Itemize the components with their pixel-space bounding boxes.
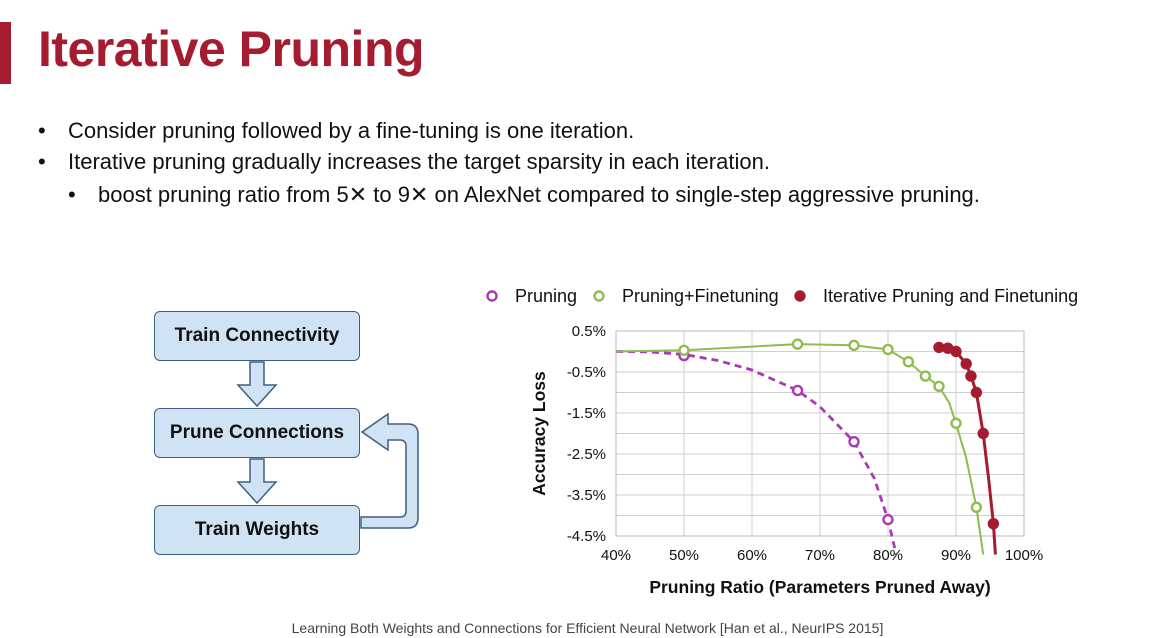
legend-label: Pruning bbox=[515, 286, 577, 306]
data-point bbox=[970, 501, 983, 514]
x-axis-label: Pruning Ratio (Parameters Pruned Away) bbox=[649, 577, 990, 597]
accuracy-loss-chart: 0.5% -0.5% -1.5% -2.5% -3.5% -4.5% 40% 50% 60% 70… bbox=[486, 286, 1078, 597]
data-point bbox=[933, 380, 945, 393]
loop-back-arrow bbox=[360, 412, 419, 529]
data-point bbox=[950, 417, 962, 429]
train-connectivity-box: Train Connectivity bbox=[154, 311, 360, 361]
train-weights-box: Train Weights bbox=[154, 505, 360, 555]
data-point bbox=[791, 384, 804, 397]
prune-connections-box: Prune Connections bbox=[154, 408, 360, 458]
data-point bbox=[970, 386, 983, 399]
data-point bbox=[960, 358, 972, 370]
y-tick-label: -1.5% bbox=[567, 405, 606, 422]
down-arrow-2 bbox=[236, 458, 278, 505]
y-axis-label: Accuracy Loss bbox=[529, 371, 549, 496]
y-tick-label: -3.5% bbox=[567, 487, 606, 504]
data-point bbox=[919, 370, 932, 382]
x-tick-label: 80% bbox=[873, 547, 903, 564]
x-tick-label: 40% bbox=[601, 547, 631, 564]
y-tick-label: -4.5% bbox=[567, 528, 606, 545]
data-point bbox=[791, 338, 804, 350]
x-tick-label: 100% bbox=[1005, 547, 1043, 564]
x-tick-label: 90% bbox=[941, 547, 971, 564]
legend-marker bbox=[486, 290, 498, 302]
citation: Learning Both Weights and Connections fo… bbox=[291, 620, 884, 636]
legend-marker bbox=[794, 290, 806, 302]
x-tick-label: 50% bbox=[669, 547, 699, 564]
data-point bbox=[977, 427, 989, 440]
y-tick-label: -0.5% bbox=[567, 364, 606, 381]
data-point bbox=[933, 341, 945, 354]
y-tick-label: 0.5% bbox=[572, 323, 606, 340]
data-point bbox=[848, 435, 860, 448]
legend-label: Pruning+Finetuning bbox=[622, 286, 779, 306]
data-point bbox=[678, 344, 690, 356]
data-point bbox=[882, 513, 894, 526]
data-point bbox=[902, 356, 915, 368]
data-point bbox=[848, 339, 860, 352]
data-point bbox=[950, 345, 962, 358]
y-tick-label: -2.5% bbox=[567, 446, 606, 463]
series-line bbox=[616, 350, 898, 555]
down-arrow-1 bbox=[236, 361, 278, 408]
data-point bbox=[987, 517, 1000, 530]
legend-label: Iterative Pruning and Finetuning bbox=[823, 286, 1078, 306]
x-tick-label: 60% bbox=[737, 547, 767, 564]
x-tick-label: 70% bbox=[805, 547, 835, 564]
data-point bbox=[882, 343, 894, 356]
data-point bbox=[965, 370, 977, 382]
legend-marker bbox=[593, 290, 605, 302]
